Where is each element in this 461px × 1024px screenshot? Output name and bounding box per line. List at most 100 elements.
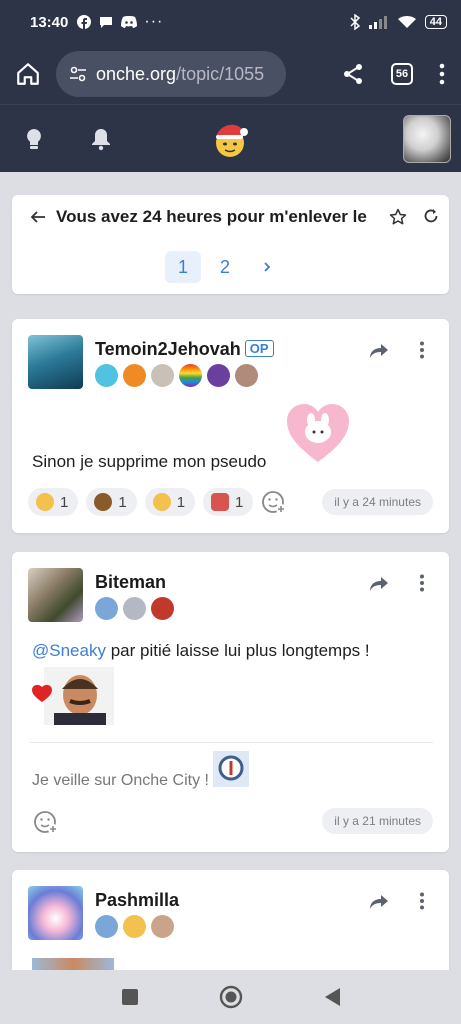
browser-menu-icon[interactable] <box>439 63 445 85</box>
badge-dragon-icon <box>207 364 230 387</box>
risitas-heart-sticker <box>32 667 114 725</box>
add-reaction-icon[interactable] <box>33 809 59 835</box>
badge-fire-icon <box>123 364 146 387</box>
back-nav-icon[interactable] <box>323 987 341 1007</box>
reactions-bar: 1 1 1 1 <box>28 488 287 516</box>
page-1-button[interactable]: 1 <box>165 251 201 283</box>
address-bar[interactable]: onche.org/topic/1055 <box>56 51 286 97</box>
badge-emblem-icon <box>151 597 174 620</box>
status-time: 13:40 <box>30 13 69 31</box>
discord-icon <box>121 16 138 28</box>
post-author-avatar[interactable] <box>28 335 83 389</box>
post-author-avatar[interactable] <box>28 886 83 940</box>
star-icon[interactable] <box>389 208 407 226</box>
signature-logo <box>213 751 249 787</box>
chevron-right-icon <box>264 262 271 272</box>
author-badges <box>95 364 258 387</box>
post-timestamp[interactable]: il y a 24 minutes <box>322 489 433 515</box>
badge-rainbow-icon <box>179 364 202 387</box>
share-post-icon[interactable] <box>369 894 389 910</box>
status-notification-icons: ··· <box>76 13 163 31</box>
share-post-icon[interactable] <box>369 576 389 592</box>
poop-icon <box>94 493 113 511</box>
reaction-count: 1 <box>60 493 69 511</box>
user-avatar[interactable] <box>403 115 451 163</box>
signal-icon <box>368 16 387 29</box>
page-2-button[interactable]: 2 <box>207 251 243 283</box>
badge-star-icon <box>95 915 118 938</box>
post-card: Biteman @Sneaky par pitié laisse lui plu… <box>12 552 449 852</box>
post-menu-icon[interactable] <box>419 341 425 359</box>
post-author-avatar[interactable] <box>28 568 83 622</box>
site-header <box>0 104 461 172</box>
topic-title-row: Vous avez 24 heures pour m'enlever le <box>12 195 449 239</box>
post-card: Pashmilla <box>12 870 449 970</box>
home-nav-icon[interactable] <box>219 985 243 1009</box>
badge-ape-icon <box>235 364 258 387</box>
post-author-name[interactable]: Temoin2Jehovah OP <box>95 339 274 360</box>
topic-actions <box>389 208 439 226</box>
badge-star-icon <box>95 597 118 620</box>
hug-smiley-icon <box>36 493 54 511</box>
op-badge: OP <box>244 340 274 357</box>
home-icon <box>17 63 39 85</box>
post-author-name-text: Temoin2Jehovah <box>95 339 241 359</box>
post-signature: Je veille sur Onche City ! <box>32 772 209 789</box>
badge-ape-icon <box>151 915 174 938</box>
reaction-count: 1 <box>118 493 127 511</box>
wifi-icon <box>397 16 416 28</box>
post-content: Sinon je supprime mon pseudo <box>32 452 267 471</box>
post-menu-icon[interactable] <box>419 574 425 592</box>
bell-icon[interactable] <box>90 127 112 151</box>
browser-actions: 56 <box>341 62 451 86</box>
home-button[interactable] <box>10 56 46 92</box>
browser-toolbar: onche.org/topic/1055 56 <box>0 44 461 104</box>
post-card: Temoin2Jehovah OP Sinon je supprime mon p… <box>12 319 449 533</box>
lightbulb-icon[interactable] <box>24 127 44 151</box>
back-arrow-icon[interactable] <box>30 209 46 225</box>
onche-logo-icon[interactable] <box>210 119 250 159</box>
add-reaction-icon[interactable] <box>261 489 287 515</box>
chicken-icon <box>211 493 230 511</box>
status-system-icons: 44 <box>349 14 447 30</box>
url-domain: onche.org <box>96 63 177 84</box>
badge-face-icon <box>151 364 174 387</box>
next-page-button[interactable] <box>249 251 285 283</box>
url-path: /topic/1055 <box>176 63 265 84</box>
status-bar: 13:40 ··· 44 <box>0 0 461 44</box>
battery-indicator: 44 <box>424 15 447 29</box>
author-badges <box>95 915 174 938</box>
refresh-icon[interactable] <box>423 208 439 224</box>
reaction-count: 1 <box>176 493 186 511</box>
sad-smiley-icon <box>152 493 171 511</box>
reaction-hug-button[interactable]: 1 <box>28 488 79 516</box>
topic-header-card: Vous avez 24 heures pour m'enlever le 1 … <box>12 195 449 294</box>
user-mention-link[interactable]: @Sneaky <box>32 641 106 660</box>
tabs-button[interactable]: 56 <box>391 63 413 85</box>
topic-title: Vous avez 24 heures pour m'enlever le <box>56 207 367 226</box>
post-image-preview <box>32 958 114 970</box>
badge-face-icon <box>123 597 146 620</box>
author-badges <box>95 597 174 620</box>
header-left-icons <box>24 127 112 151</box>
badge-star-icon <box>95 364 118 387</box>
system-navigation-bar <box>0 970 461 1024</box>
post-menu-icon[interactable] <box>419 892 425 910</box>
post-timestamp[interactable]: il y a 21 minutes <box>322 808 433 834</box>
facebook-icon <box>77 15 92 29</box>
site-settings-icon[interactable] <box>68 64 88 84</box>
signature-divider <box>30 742 433 743</box>
post-author-name[interactable]: Biteman <box>95 572 166 593</box>
recent-apps-icon[interactable] <box>121 988 139 1006</box>
post-author-name[interactable]: Pashmilla <box>95 890 179 911</box>
share-post-icon[interactable] <box>369 343 389 359</box>
reaction-chicken-button[interactable]: 1 <box>203 488 254 516</box>
bluetooth-icon <box>350 14 360 30</box>
share-icon[interactable] <box>341 62 365 86</box>
reaction-poop-button[interactable]: 1 <box>86 488 137 516</box>
reaction-sad-button[interactable]: 1 <box>144 488 196 516</box>
chat-icon <box>100 17 113 28</box>
post-content-text: par pitié laisse lui plus longtemps ! <box>105 641 370 660</box>
reaction-count: 1 <box>235 493 244 511</box>
more-notifications-icon: ··· <box>144 13 164 30</box>
